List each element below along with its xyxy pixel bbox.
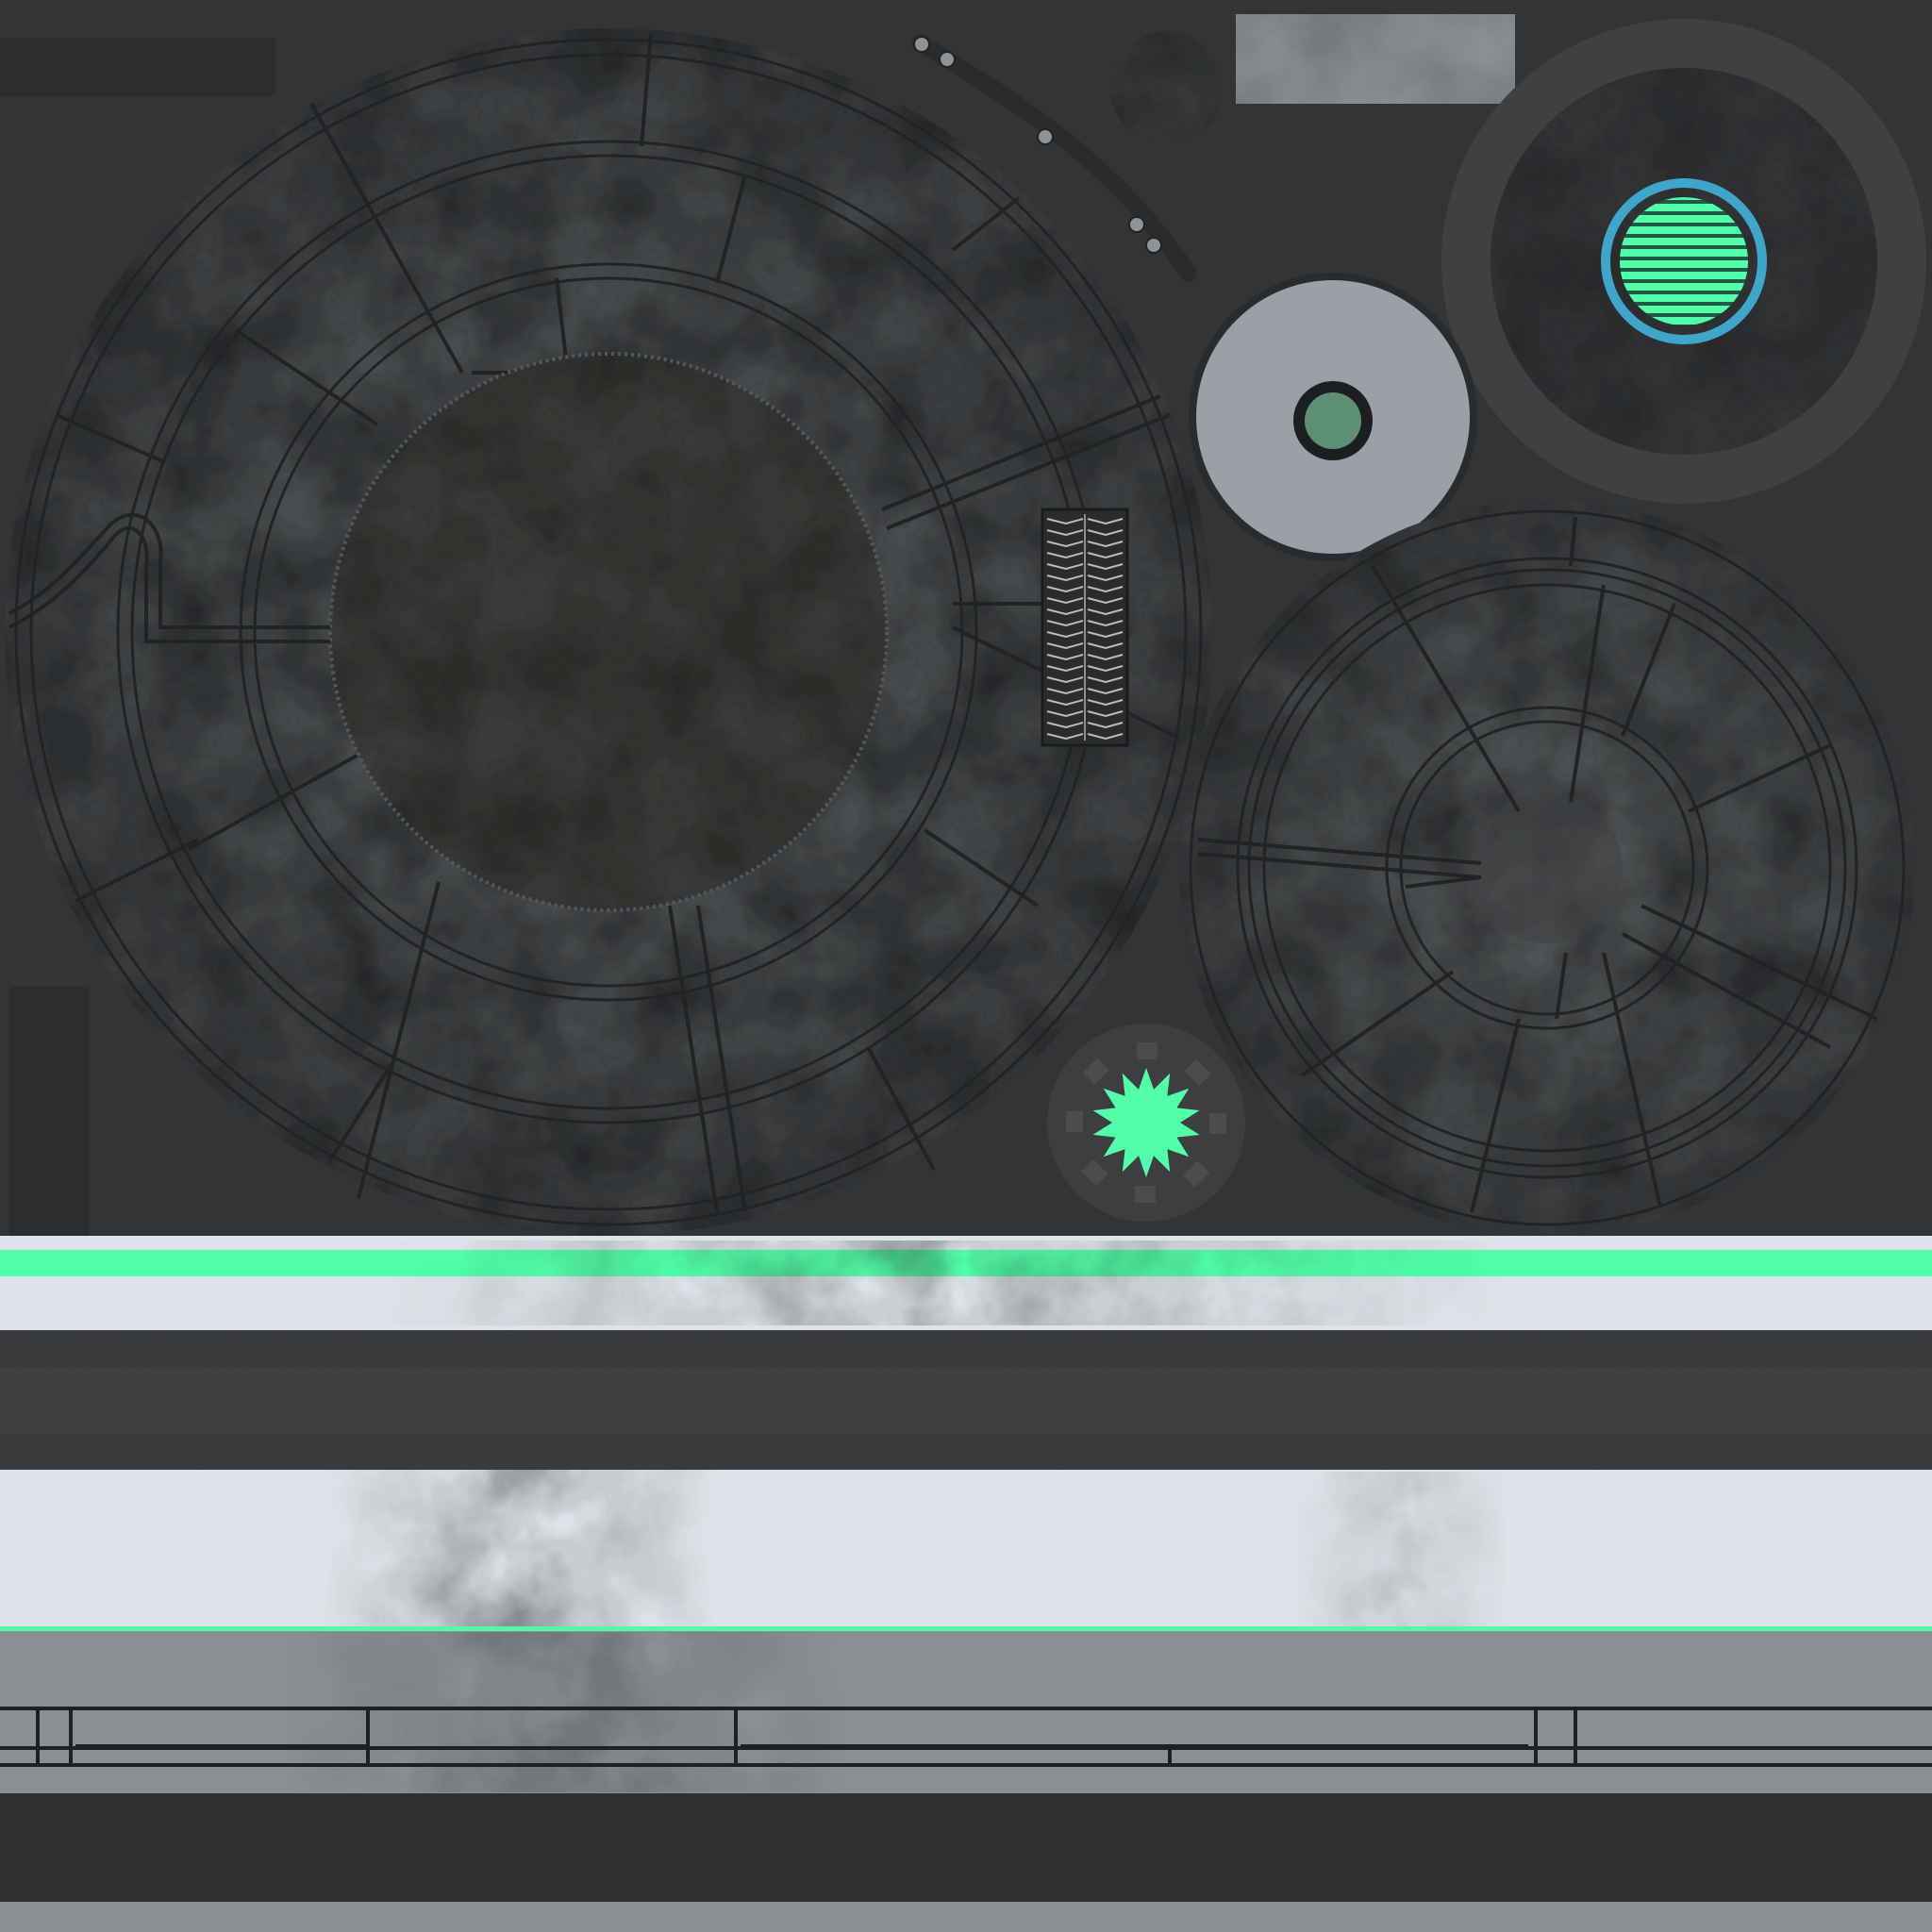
rivet [1128, 216, 1145, 233]
small-mechanical-disc [1179, 500, 1915, 1236]
label-plate [1236, 14, 1515, 104]
large-mechanical-disc [5, 28, 1212, 1236]
rivet [1145, 237, 1162, 254]
vent-grille [1041, 508, 1129, 747]
light-band-top [0, 1236, 1932, 1330]
bottom-dark-band [0, 1793, 1932, 1932]
starburst-disc [1047, 1024, 1245, 1222]
texture-atlas [0, 0, 1932, 1932]
light-band-middle [0, 1470, 1932, 1658]
steel-rail-band [0, 1631, 1932, 1793]
dark-band [0, 1330, 1932, 1470]
rivet [913, 36, 930, 53]
corner-patch [0, 38, 275, 96]
rivet [939, 51, 956, 68]
rivet [1037, 128, 1054, 145]
vent-disc-icon [1441, 19, 1926, 504]
side-patch [9, 986, 90, 1236]
